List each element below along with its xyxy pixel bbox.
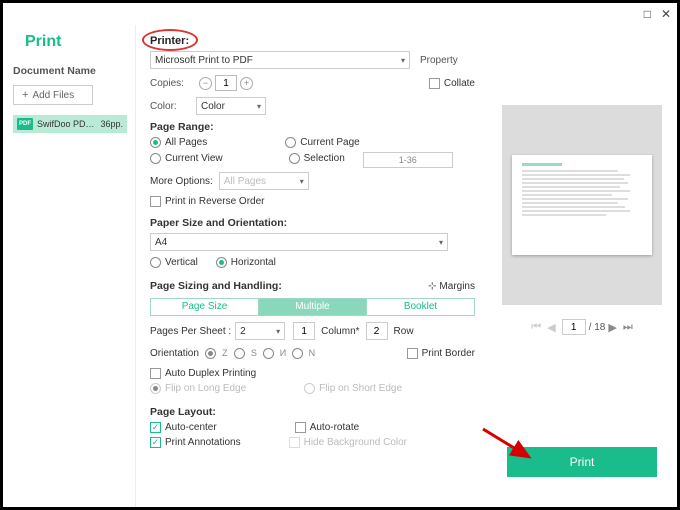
auto-rotate-checkbox[interactable]: Auto-rotate — [295, 422, 359, 433]
preview-pager: ⏮ ◀ / 18 ▶ ⏭ — [528, 319, 635, 335]
orient-opt-4[interactable] — [292, 348, 303, 359]
current-page-radio[interactable]: Current Page — [285, 137, 359, 148]
orient-opt-3[interactable] — [263, 348, 274, 359]
margins-button[interactable]: ⊹ Margins — [428, 281, 475, 292]
more-options-value: All Pages — [224, 176, 266, 187]
vertical-radio[interactable]: Vertical — [150, 257, 198, 268]
chevron-down-icon: ▾ — [439, 238, 443, 247]
printer-property-link[interactable]: Property — [420, 55, 458, 66]
paper-size-select[interactable]: A4 ▾ — [150, 233, 448, 251]
current-view-radio[interactable]: Current View — [150, 153, 223, 164]
reverse-order-checkbox[interactable]: Print in Reverse Order — [150, 196, 264, 207]
margins-icon: ⊹ — [428, 281, 436, 292]
all-pages-radio[interactable]: All Pages — [150, 137, 207, 148]
pages-per-sheet-label: Pages Per Sheet : — [150, 326, 231, 337]
print-preview — [502, 105, 662, 305]
orient-z-icon: Z — [218, 346, 232, 360]
copies-decrement-button[interactable]: − — [199, 77, 212, 90]
print-button[interactable]: Print — [507, 447, 657, 477]
pager-first-icon[interactable]: ⏮ — [531, 321, 541, 334]
chevron-down-icon: ▾ — [276, 327, 280, 336]
copies-label: Copies: — [150, 78, 196, 89]
row-input[interactable] — [366, 322, 388, 340]
orient-s-icon: S — [247, 346, 261, 360]
pager-last-icon[interactable]: ⏭ — [623, 321, 633, 334]
tab-page-size[interactable]: Page Size — [151, 299, 258, 315]
add-files-label: Add Files — [32, 90, 74, 101]
plus-icon: + — [22, 89, 28, 101]
pdf-icon: PDF — [17, 118, 33, 130]
hide-background-checkbox: Hide Background Color — [289, 437, 407, 448]
color-select[interactable]: Color ▾ — [196, 97, 266, 115]
page-layout-label: Page Layout: — [150, 406, 475, 418]
pager-page-input[interactable] — [562, 319, 586, 335]
printer-select-value: Microsoft Print to PDF — [155, 55, 253, 66]
column-input[interactable] — [293, 322, 315, 340]
color-label: Color: — [150, 101, 196, 112]
collate-label: Collate — [444, 78, 475, 89]
file-list-item[interactable]: PDF SwifDoo PDF ... 36pp. — [13, 115, 127, 133]
selection-radio[interactable]: Selection — [289, 153, 345, 164]
pager-prev-icon[interactable]: ◀ — [547, 321, 555, 334]
pager-next-icon[interactable]: ▶ — [608, 321, 616, 334]
sizing-handling-label: Page Sizing and Handling: — [150, 280, 282, 292]
auto-center-checkbox[interactable]: ✓Auto-center — [150, 422, 217, 433]
page-range-label: Page Range: — [150, 121, 475, 133]
add-files-button[interactable]: + Add Files — [13, 85, 93, 105]
collate-checkbox[interactable] — [429, 78, 440, 89]
file-name: SwifDoo PDF ... — [37, 119, 96, 129]
more-options-select[interactable]: All Pages ▾ — [219, 172, 309, 190]
page-range-input[interactable] — [363, 152, 453, 168]
printer-select[interactable]: Microsoft Print to PDF ▾ — [150, 51, 410, 69]
auto-duplex-checkbox[interactable]: Auto Duplex Printing — [150, 368, 256, 379]
chevron-down-icon: ▾ — [401, 56, 405, 65]
paper-size-value: A4 — [155, 237, 167, 248]
chevron-down-icon: ▾ — [300, 177, 304, 186]
printer-label: Printer: — [150, 35, 189, 47]
orient-opt-1[interactable] — [205, 348, 216, 359]
pages-per-sheet-select[interactable]: 2 ▾ — [235, 322, 285, 340]
print-annotations-checkbox[interactable]: ✓Print Annotations — [150, 437, 241, 448]
more-options-label: More Options: — [150, 176, 213, 187]
column-label: Column* — [321, 326, 359, 337]
orient-opt-2[interactable] — [234, 348, 245, 359]
file-page-count: 36pp. — [100, 119, 123, 129]
close-icon[interactable]: ✕ — [661, 7, 671, 21]
pages-per-sheet-value: 2 — [240, 326, 246, 337]
chevron-down-icon: ▾ — [257, 102, 261, 111]
document-name-label: Document Name — [13, 65, 127, 77]
flip-long-edge-radio: Flip on Long Edge — [150, 383, 246, 394]
horizontal-radio[interactable]: Horizontal — [216, 257, 276, 268]
orientation-label: Orientation — [150, 348, 199, 359]
print-border-label: Print Border — [422, 348, 475, 359]
paper-size-label: Paper Size and Orientation: — [150, 217, 475, 229]
orient-n-icon: И — [276, 346, 290, 360]
pager-total: / 18 — [589, 322, 606, 333]
flip-short-edge-radio: Flip on Short Edge — [304, 383, 402, 394]
copies-input[interactable] — [215, 75, 237, 91]
sizing-tabs: Page Size Multiple Booklet — [150, 298, 475, 316]
preview-page — [512, 155, 652, 255]
copies-increment-button[interactable]: + — [240, 77, 253, 90]
row-label: Row — [394, 326, 414, 337]
maximize-icon[interactable]: □ — [644, 7, 651, 21]
tab-multiple[interactable]: Multiple — [258, 299, 366, 315]
tab-booklet[interactable]: Booklet — [366, 299, 474, 315]
color-select-value: Color — [201, 101, 225, 112]
page-title: Print — [25, 33, 127, 51]
orient-n2-icon: N — [305, 346, 319, 360]
print-border-checkbox[interactable] — [407, 348, 418, 359]
